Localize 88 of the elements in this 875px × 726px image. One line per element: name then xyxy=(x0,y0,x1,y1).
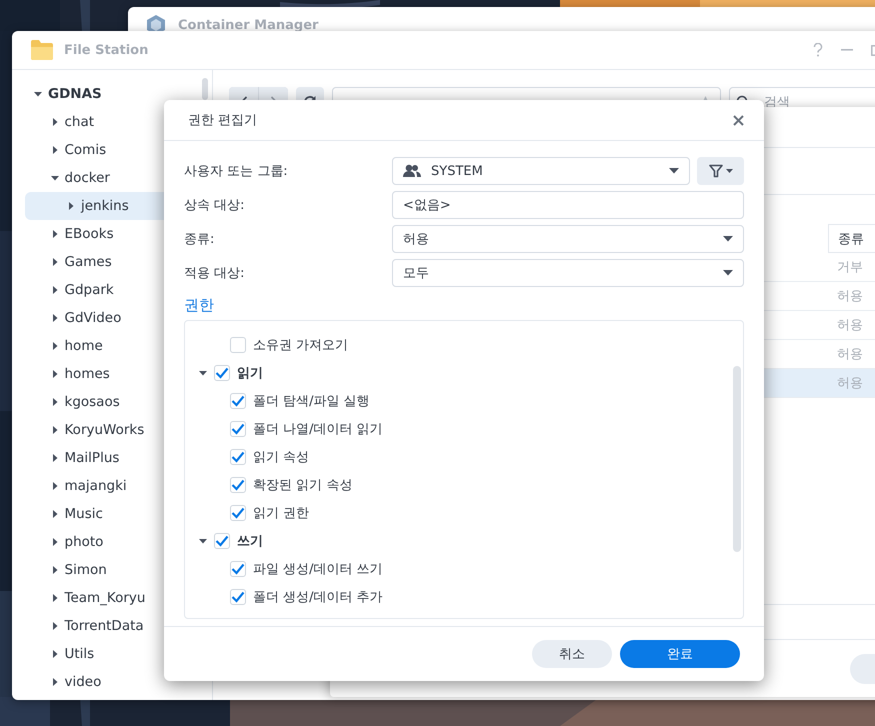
caret-right-icon[interactable] xyxy=(50,454,58,462)
close-icon xyxy=(733,114,744,126)
permission-label: 읽기 속성 xyxy=(253,449,310,466)
permission-label: 폴더 나열/데이터 읽기 xyxy=(253,421,383,438)
checkbox[interactable] xyxy=(230,477,246,493)
caret-down-icon[interactable] xyxy=(199,369,207,377)
window-title: File Station xyxy=(64,42,148,58)
checkbox[interactable] xyxy=(230,337,246,353)
tree-item[interactable]: GDNAS xyxy=(12,80,212,108)
permission-label: 폴더 탐색/파일 실행 xyxy=(253,393,370,410)
caret-right-icon[interactable] xyxy=(50,650,58,658)
folder-icon xyxy=(30,39,54,61)
tree-item[interactable]: MailPlus xyxy=(12,444,212,472)
tree-item[interactable]: home xyxy=(12,332,212,360)
tree-item[interactable]: Utils xyxy=(12,640,212,668)
checkbox[interactable] xyxy=(230,561,246,577)
user-select[interactable]: SYSTEM xyxy=(392,157,690,185)
select-field[interactable]: 모두 xyxy=(392,259,744,287)
dropdown-arrow-icon xyxy=(723,236,733,242)
scrollbar[interactable] xyxy=(733,366,741,552)
permission-label: 읽기 권한 xyxy=(253,505,310,522)
caret-right-icon[interactable] xyxy=(50,314,58,322)
tree-item[interactable]: kgosaos xyxy=(12,388,212,416)
checkbox[interactable] xyxy=(230,449,246,465)
users-icon xyxy=(403,164,421,178)
tree-item[interactable]: homes xyxy=(12,360,212,388)
caret-right-icon[interactable] xyxy=(50,566,58,574)
permission-label: 확장된 읽기 속성 xyxy=(253,477,352,494)
permission-label: 파일 생성/데이터 쓰기 xyxy=(253,561,383,578)
section-title: 권한 xyxy=(183,295,215,316)
column-header[interactable]: 종류 xyxy=(828,224,875,253)
tree-item[interactable]: TorrentData xyxy=(12,612,212,640)
caret-right-icon[interactable] xyxy=(50,258,58,266)
caret-right-icon[interactable] xyxy=(67,202,75,210)
caret-right-icon[interactable] xyxy=(50,594,58,602)
scrollbar[interactable] xyxy=(202,78,208,100)
table-cell: 허용 xyxy=(828,311,875,340)
table-cell: 허용 xyxy=(828,369,875,398)
tree-item[interactable]: KoryuWorks xyxy=(12,416,212,444)
filter-button[interactable] xyxy=(697,157,744,185)
caret-right-icon[interactable] xyxy=(50,622,58,630)
caret-right-icon[interactable] xyxy=(50,370,58,378)
tree-item[interactable]: Music xyxy=(12,500,212,528)
table-cell: 거부 xyxy=(828,253,875,282)
caret-right-icon[interactable] xyxy=(50,426,58,434)
done-button[interactable]: 완료 xyxy=(620,640,740,668)
caret-down-icon[interactable] xyxy=(50,174,58,182)
dialog-title: 권한 편집기 xyxy=(188,112,258,129)
caret-right-icon[interactable] xyxy=(50,230,58,238)
tree-item[interactable]: Team_Koryu xyxy=(12,584,212,612)
checkbox[interactable] xyxy=(230,589,246,605)
caret-right-icon[interactable] xyxy=(50,146,58,154)
caret-right-icon[interactable] xyxy=(50,510,58,518)
field-label: 적용 대상: xyxy=(184,265,246,282)
caret-right-icon[interactable] xyxy=(50,398,58,406)
caret-down-icon[interactable] xyxy=(34,90,42,98)
tree-item[interactable]: majangki xyxy=(12,472,212,500)
field-label: 종류: xyxy=(184,231,216,248)
checkbox[interactable] xyxy=(214,365,230,381)
caret-right-icon[interactable] xyxy=(50,118,58,126)
permission-label: 읽기 xyxy=(237,365,263,382)
tree-item[interactable]: Simon xyxy=(12,556,212,584)
caret-down-icon[interactable] xyxy=(199,537,207,545)
tree-item[interactable]: video xyxy=(12,668,212,696)
table-cell: 허용 xyxy=(828,282,875,311)
caret-right-icon[interactable] xyxy=(50,538,58,546)
caret-right-icon[interactable] xyxy=(50,678,58,686)
permission-label: 쓰기 xyxy=(237,533,263,550)
field-label: 사용자 또는 그룹: xyxy=(184,163,289,180)
caret-right-icon[interactable] xyxy=(50,286,58,294)
select-field[interactable]: 허용 xyxy=(392,225,744,253)
cancel-button[interactable]: 취소 xyxy=(532,640,612,668)
dropdown-arrow-icon xyxy=(669,168,679,174)
dropdown-arrow-icon xyxy=(723,270,733,276)
tree-item[interactable]: photo xyxy=(12,528,212,556)
checkbox[interactable] xyxy=(214,533,230,549)
filter-icon xyxy=(708,164,722,178)
text-field[interactable]: <없음> xyxy=(392,191,744,219)
permission-label: 소유권 가져오기 xyxy=(253,337,348,354)
close-button[interactable] xyxy=(733,114,744,126)
caret-down-icon xyxy=(726,169,732,173)
permission-label: 폴더 생성/데이터 추가 xyxy=(253,589,383,606)
checkbox[interactable] xyxy=(230,505,246,521)
tree-item[interactable]: Comis xyxy=(12,136,212,164)
caret-right-icon[interactable] xyxy=(50,342,58,350)
checkbox[interactable] xyxy=(230,421,246,437)
caret-right-icon[interactable] xyxy=(50,482,58,490)
checkbox[interactable] xyxy=(230,393,246,409)
